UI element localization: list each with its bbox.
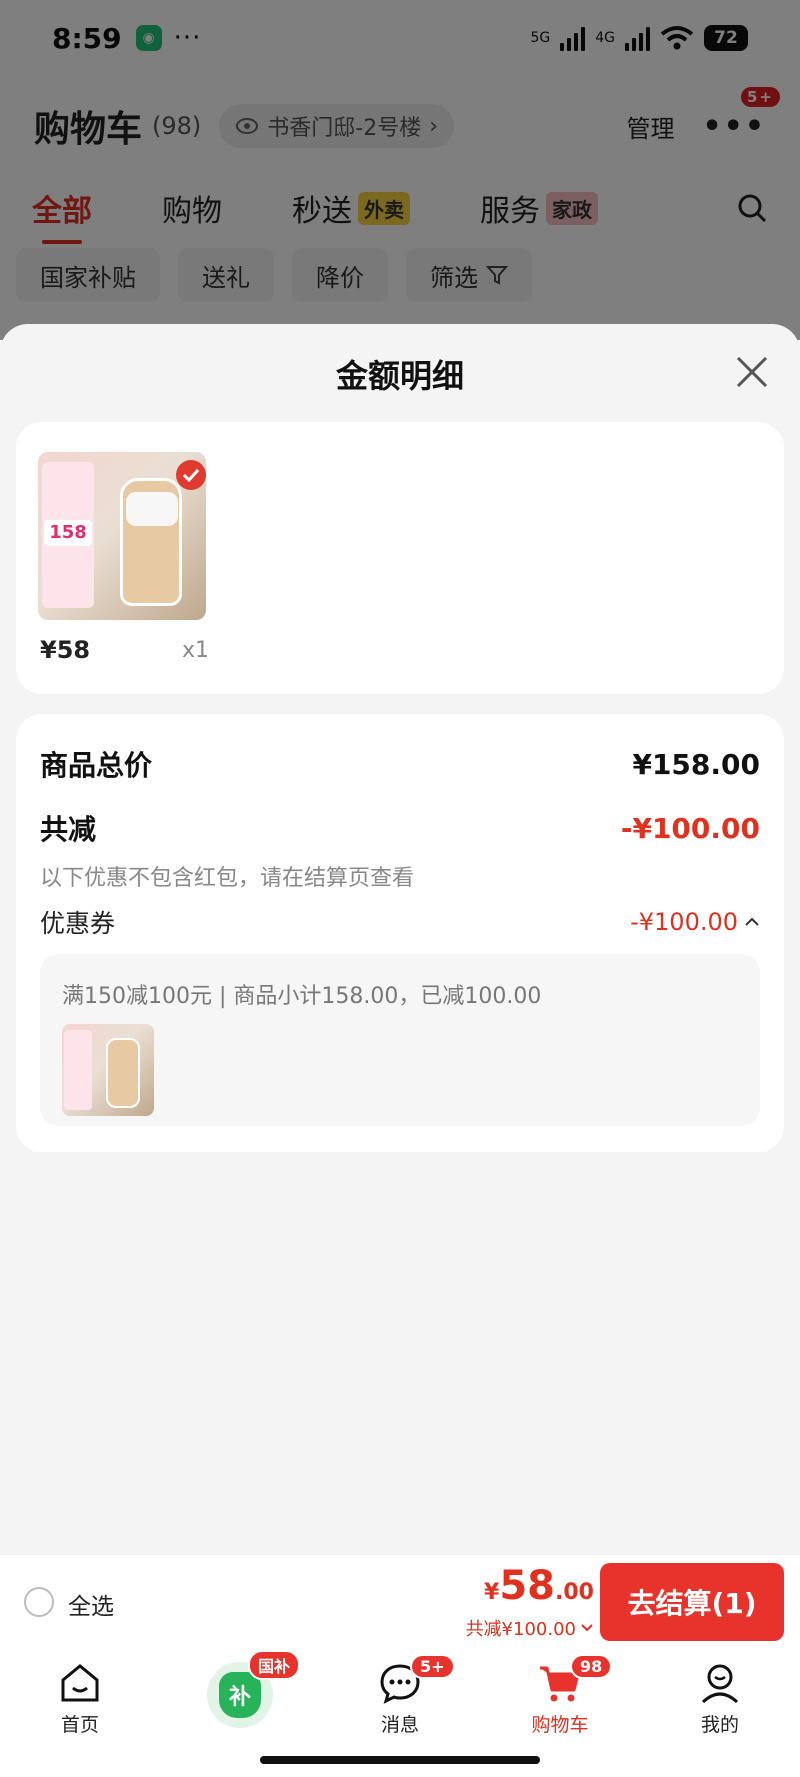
product-price: ¥58	[40, 636, 91, 664]
nav-cart-label: 购物车	[531, 1714, 589, 1736]
nav-messages-label: 消息	[380, 1714, 419, 1736]
total-row: 商品总价 ¥158.00	[40, 744, 760, 784]
coupon-detail-box: 满150减100元 | 商品小计158.00，已减100.00	[40, 954, 760, 1126]
chevron-up-icon	[745, 917, 759, 926]
profile-icon	[701, 1664, 739, 1704]
home-icon	[61, 1664, 99, 1702]
coupon-promo-panel	[64, 1030, 92, 1110]
discount-note: 以下优惠不包含红包，请在结算页查看	[40, 866, 415, 891]
coupon-product-thumbnail	[62, 1024, 154, 1116]
nav-home-label: 首页	[60, 1714, 99, 1736]
chevron-down-icon	[581, 1624, 593, 1632]
discount-label: 共减	[40, 813, 97, 846]
bottle-cap	[126, 492, 178, 526]
amount-summary-card: 商品总价 ¥158.00 共减 -¥100.00 以下优惠不包含红包，请在结算页…	[16, 714, 784, 1152]
thumbnail-price-tag: 158	[44, 520, 92, 546]
modal-overlay[interactable]	[0, 0, 800, 340]
messages-badge: 5+	[410, 1654, 455, 1679]
total-value: ¥158.00	[632, 747, 760, 781]
coupon-detail-text: 满150减100元 | 商品小计158.00，已减100.00	[62, 984, 542, 1009]
coupon-value-wrap: -¥100.00	[630, 908, 760, 936]
select-all-label[interactable]: 全选	[68, 1587, 114, 1621]
coupon-bottle-image	[106, 1038, 140, 1108]
price-detail-sheet: 金额明细 158 ¥58 x1 商品总价 ¥158.00 共减 -¥100.00…	[0, 324, 800, 1554]
nav-profile[interactable]: 我的	[640, 1648, 800, 1777]
subsidy-bag-icon: 补	[219, 1672, 261, 1718]
saved-amount[interactable]: 共减¥100.00	[466, 1615, 594, 1641]
currency-symbol: ¥	[484, 1580, 500, 1605]
nav-home[interactable]: 首页	[0, 1648, 160, 1777]
coupon-label: 优惠券	[40, 909, 116, 938]
total-label: 商品总价	[40, 749, 153, 782]
product-card: 158 ¥58 x1	[16, 422, 784, 694]
amount-decimal: .00	[555, 1580, 594, 1605]
saved-amount-text: 共减¥100.00	[465, 1619, 576, 1640]
coupon-value: -¥100.00	[630, 908, 738, 936]
close-icon[interactable]	[734, 354, 770, 390]
nav-profile-label: 我的	[700, 1714, 739, 1736]
checkout-total: ¥ 58 .00	[484, 1563, 594, 1609]
home-indicator[interactable]	[260, 1756, 540, 1764]
subsidy-badge: 国补	[248, 1650, 301, 1680]
sheet-title: 金额明细	[335, 357, 464, 395]
select-all-radio[interactable]	[24, 1587, 54, 1617]
sheet-header: 金额明细	[0, 324, 800, 424]
amount-integer: 58	[499, 1563, 556, 1609]
coupon-row[interactable]: 优惠券 -¥100.00	[40, 904, 760, 940]
checkout-bar: 全选 ¥ 58 .00 共减¥100.00 去结算(1)	[0, 1554, 800, 1648]
checkout-button[interactable]: 去结算(1)	[600, 1563, 784, 1641]
selected-check-icon	[176, 460, 206, 490]
discount-row: 共减 -¥100.00	[40, 808, 760, 848]
cart-badge: 98	[570, 1654, 613, 1679]
discount-value: -¥100.00	[620, 811, 760, 845]
product-quantity: x1	[182, 638, 210, 663]
